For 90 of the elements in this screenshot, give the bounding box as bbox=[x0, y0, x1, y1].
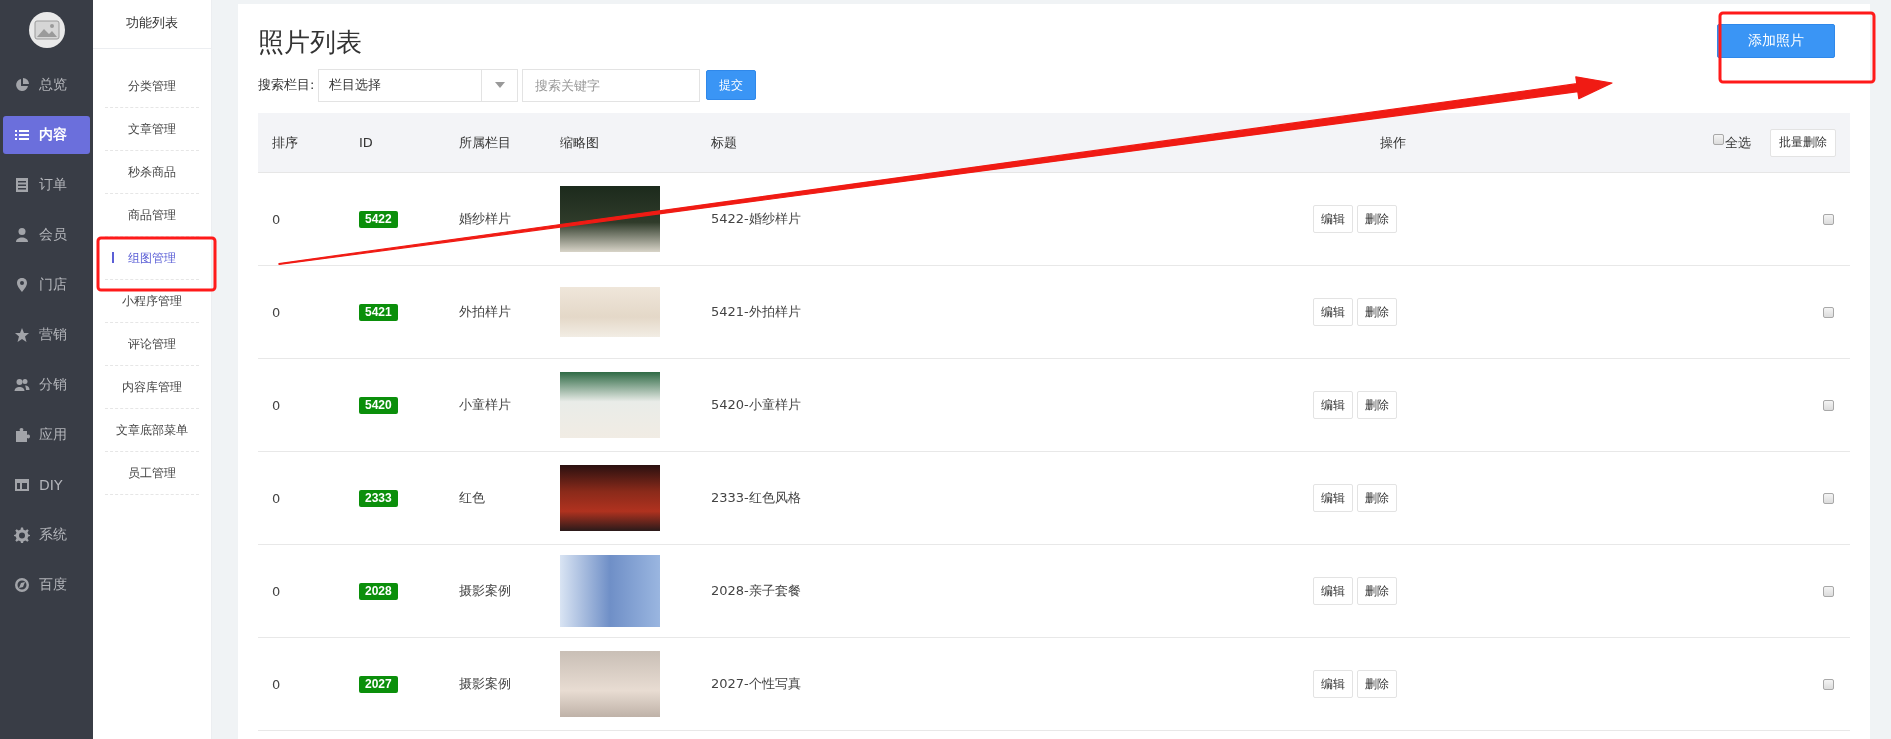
submenu-item[interactable]: 分类管理 bbox=[105, 65, 199, 108]
row-checkbox[interactable] bbox=[1823, 492, 1834, 504]
submenu-title: 功能列表 bbox=[93, 0, 211, 49]
select-all-label: 全选 bbox=[1725, 133, 1751, 152]
column-header: 排序 bbox=[272, 133, 299, 152]
id-badge: 5420 bbox=[359, 396, 398, 414]
submenu-item[interactable]: 员工管理 bbox=[105, 452, 199, 495]
sidebar-item[interactable]: 应用 bbox=[3, 416, 90, 454]
table-cell-text: 0 bbox=[272, 211, 282, 227]
delete-button[interactable]: 删除 bbox=[1357, 577, 1397, 605]
layout-icon bbox=[14, 477, 30, 493]
submenu-item[interactable]: 文章管理 bbox=[105, 108, 199, 151]
id-badge: 5421 bbox=[359, 303, 398, 321]
column-header: 标题 bbox=[711, 133, 738, 152]
delete-button[interactable]: 删除 bbox=[1357, 670, 1397, 698]
submenu-item[interactable]: 小程序管理 bbox=[105, 280, 199, 323]
table-cell-text: 2027-个性写真 bbox=[711, 675, 802, 693]
table-cell-text: 2028-亲子套餐 bbox=[711, 582, 802, 600]
sidebar-item[interactable]: DIY bbox=[3, 466, 90, 504]
submenu-item[interactable]: 商品管理 bbox=[105, 194, 199, 237]
caret-icon bbox=[494, 82, 505, 88]
star-icon bbox=[14, 327, 30, 343]
table-cell-text: 摄影案例 bbox=[459, 675, 512, 693]
column-header: ID bbox=[359, 135, 374, 150]
delete-button[interactable]: 删除 bbox=[1357, 205, 1397, 233]
table-cell-text: 5422-婚纱样片 bbox=[711, 210, 802, 228]
row-checkbox[interactable] bbox=[1823, 399, 1834, 411]
table-cell-text: 红色 bbox=[459, 489, 486, 507]
avatar-image-icon bbox=[28, 12, 65, 48]
page-title: 照片列表 bbox=[258, 26, 362, 58]
table-cell-text: 0 bbox=[272, 397, 282, 413]
keyword-input-field[interactable]: 搜索关键字 bbox=[522, 68, 701, 102]
row-checkbox[interactable] bbox=[1823, 585, 1834, 597]
sidebar-item[interactable]: 分销 bbox=[3, 366, 90, 404]
delete-button[interactable]: 删除 bbox=[1357, 298, 1397, 326]
delete-button[interactable]: 删除 bbox=[1357, 484, 1397, 512]
edit-button[interactable]: 编辑 bbox=[1313, 670, 1353, 698]
list-icon bbox=[14, 127, 30, 143]
edit-button[interactable]: 编辑 bbox=[1313, 205, 1353, 233]
batch-delete-button[interactable]: 批量删除 bbox=[1770, 128, 1836, 157]
submenu-item[interactable]: 评论管理 bbox=[105, 323, 199, 366]
location-pin-icon bbox=[14, 277, 30, 293]
sidebar-item[interactable]: 门店 bbox=[3, 266, 90, 304]
document-icon bbox=[14, 177, 30, 193]
submenu-item[interactable]: 秒杀商品 bbox=[105, 151, 199, 194]
id-badge: 2028 bbox=[359, 582, 398, 600]
edit-button[interactable]: 编辑 bbox=[1313, 391, 1353, 419]
sidebar-item[interactable]: 会员 bbox=[3, 216, 90, 254]
table-cell-text: 0 bbox=[272, 490, 282, 506]
row-checkbox[interactable] bbox=[1823, 678, 1834, 690]
select-all-checkbox[interactable] bbox=[1713, 133, 1724, 145]
table-cell-text: 0 bbox=[272, 583, 282, 599]
table-cell-text: 5421-外拍样片 bbox=[711, 303, 802, 321]
sidebar-item[interactable]: 订单 bbox=[3, 166, 90, 204]
table-cell-text: 小童样片 bbox=[459, 396, 512, 414]
table-cell-text: 婚纱样片 bbox=[459, 210, 512, 228]
submenu-item[interactable]: 组图管理 bbox=[105, 237, 199, 280]
people-icon bbox=[14, 377, 30, 393]
category-select[interactable]: 栏目选择 bbox=[318, 68, 519, 102]
table-cell-text: 0 bbox=[272, 676, 282, 692]
delete-button[interactable]: 删除 bbox=[1357, 391, 1397, 419]
submenu-item[interactable]: 文章底部菜单 bbox=[105, 409, 199, 452]
sidebar-item[interactable]: 营销 bbox=[3, 316, 90, 354]
table-cell-text: 5420-小童样片 bbox=[711, 396, 802, 414]
row-checkbox[interactable] bbox=[1823, 306, 1834, 318]
puzzle-piece-icon bbox=[14, 427, 30, 443]
sidebar-item[interactable]: 系统 bbox=[3, 516, 90, 554]
edit-button[interactable]: 编辑 bbox=[1313, 484, 1353, 512]
id-badge: 2333 bbox=[359, 489, 398, 507]
sidebar-item[interactable]: 总览 bbox=[3, 66, 90, 104]
pie-chart-icon bbox=[14, 77, 30, 93]
submenu-item[interactable]: 内容库管理 bbox=[105, 366, 199, 409]
sidebar-item[interactable]: 内容 bbox=[3, 116, 90, 154]
search-label: 搜索栏目: bbox=[258, 76, 315, 94]
compass-icon bbox=[14, 577, 30, 593]
row-checkbox[interactable] bbox=[1823, 213, 1834, 225]
edit-button[interactable]: 编辑 bbox=[1313, 298, 1353, 326]
column-header: 所属栏目 bbox=[459, 133, 512, 152]
id-badge: 5422 bbox=[359, 210, 398, 228]
table-cell-text: 摄影案例 bbox=[459, 582, 512, 600]
table-cell-text: 外拍样片 bbox=[459, 303, 512, 321]
edit-button[interactable]: 编辑 bbox=[1313, 577, 1353, 605]
column-header: 缩略图 bbox=[560, 133, 600, 152]
table-cell-text: 2333-红色风格 bbox=[711, 489, 802, 507]
id-badge: 2027 bbox=[359, 675, 398, 693]
settings-icon bbox=[14, 527, 30, 543]
person-icon bbox=[14, 227, 30, 243]
sidebar-item[interactable]: 百度 bbox=[3, 566, 90, 604]
table-cell-text: 0 bbox=[272, 304, 282, 320]
column-header: 操作 bbox=[1379, 133, 1407, 152]
